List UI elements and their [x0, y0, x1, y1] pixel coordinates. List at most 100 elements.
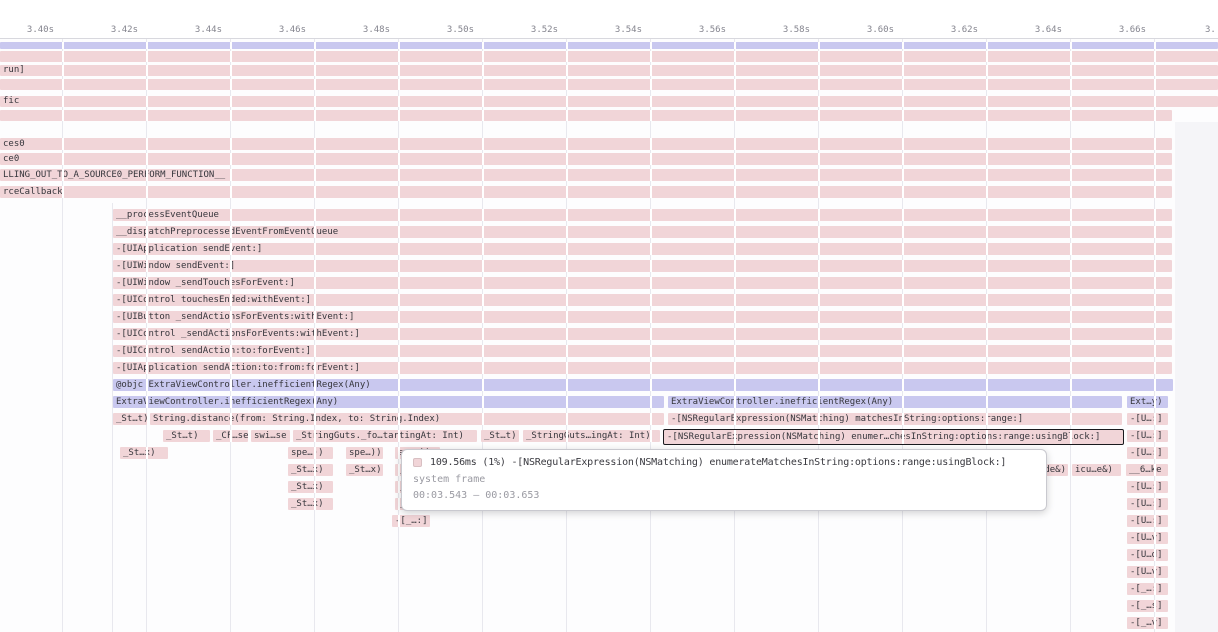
- gridline-slit: [62, 138, 64, 150]
- flame-frame[interactable]: ce0: [0, 153, 1172, 165]
- flame-frame[interactable]: ces0: [0, 138, 1172, 150]
- gridline-slit: [818, 345, 820, 357]
- frame-label: LLING_OUT_TO_A_SOURCE0_PERFORM_FUNCTION_…: [0, 169, 1172, 181]
- gridline-slit: [146, 379, 148, 391]
- flame-frame[interactable]: @objc ExtraViewController.inefficientReg…: [113, 379, 1173, 391]
- flame-frame[interactable]: -[UIWindow _sendTouchesForEvent:]: [113, 277, 1172, 289]
- flame-frame[interactable]: -[NSRegularExpression(NSMatching) matche…: [668, 413, 1122, 425]
- flame-frame[interactable]: -[U…:]: [1127, 498, 1168, 510]
- gridline-slit: [902, 42, 904, 49]
- flame-frame[interactable]: ExtraViewController.inefficientRegex(Any…: [668, 396, 1122, 408]
- flame-frame[interactable]: _St…x): [120, 447, 168, 459]
- flame-frame[interactable]: -[_…v]: [1127, 617, 1168, 629]
- gridline-slit: [986, 96, 988, 107]
- flame-frame[interactable]: [0, 110, 1172, 121]
- flame-frame[interactable]: fic: [0, 96, 1218, 107]
- frame-label: ce0: [0, 153, 1172, 165]
- flame-frame[interactable]: rceCallback: [0, 186, 1172, 198]
- gridline-slit: [902, 186, 904, 198]
- flame-frame[interactable]: -[UIWindow sendEvent:]: [113, 260, 1172, 272]
- flame-frame[interactable]: -[U…:]: [1127, 481, 1168, 493]
- flame-frame[interactable]: -[_…s]: [1127, 600, 1168, 612]
- gridline-slit: [398, 447, 400, 459]
- flame-frame[interactable]: -[U…:]: [1127, 515, 1168, 527]
- flame-frame[interactable]: -[UIButton _sendActionsForEvents:withEve…: [113, 311, 1172, 323]
- flame-frame[interactable]: run]: [0, 65, 1218, 76]
- flame-frame[interactable]: _CF…se: [213, 430, 248, 442]
- gridline-slit: [566, 311, 568, 323]
- flame-frame[interactable]: __processEventQueue: [113, 209, 1172, 221]
- flame-frame[interactable]: _St…t): [113, 413, 147, 425]
- flame-frame[interactable]: -[U…v]: [1127, 566, 1168, 578]
- timeline-ruler[interactable]: 3.40s3.42s3.44s3.46s3.48s3.50s3.52s3.54s…: [0, 0, 1218, 39]
- time-tick-label: 3.60s: [850, 25, 894, 35]
- flame-frame[interactable]: icu…e&): [1072, 464, 1121, 476]
- gridline-slit: [398, 169, 400, 181]
- flame-frame-selected[interactable]: -[NSRegularExpression(NSMatching) enumer…: [664, 430, 1123, 444]
- gridline-slit: [314, 51, 316, 62]
- flame-frame[interactable]: _StringGuts._fo…tartingAt: Int): [293, 430, 477, 442]
- flame-frame[interactable]: _StringGuts…ingAt: Int): [523, 430, 660, 442]
- flame-frame[interactable]: -[_…:]: [392, 515, 430, 527]
- flame-frame[interactable]: [0, 51, 1218, 62]
- gridline-slit: [1154, 532, 1156, 544]
- flame-frame[interactable]: LLING_OUT_TO_A_SOURCE0_PERFORM_FUNCTION_…: [0, 169, 1172, 181]
- gridline-slit: [818, 209, 820, 221]
- flame-frame[interactable]: -[UIControl sendAction:to:forEvent:]: [113, 345, 1172, 357]
- flame-frame[interactable]: -[U…d]: [1127, 549, 1168, 561]
- flame-frame[interactable]: __dispatchPreprocessedEventFromEventQueu…: [113, 226, 1172, 238]
- gridline-slit: [566, 51, 568, 62]
- gridline-slit: [1154, 209, 1156, 221]
- track-edge-panel: [1175, 122, 1218, 632]
- gridline-slit: [902, 328, 904, 340]
- flame-frame[interactable]: __6…ke: [1126, 464, 1168, 476]
- tooltip-time-range: 00:03.543 — 00:03.653: [413, 490, 1035, 501]
- flame-frame[interactable]: [0, 79, 1218, 90]
- flame-frame[interactable]: -[UIControl touchesEnded:withEvent:]: [113, 294, 1172, 306]
- flame-frame[interactable]: -[U…v]: [1127, 532, 1168, 544]
- gridline-slit: [146, 311, 148, 323]
- gridline-slit: [734, 294, 736, 306]
- gridline-slit: [314, 294, 316, 306]
- flame-frame[interactable]: -[U…:]: [1127, 413, 1168, 425]
- flame-frame[interactable]: Ext…y): [1127, 396, 1168, 408]
- gridline-slit: [566, 413, 568, 425]
- gridline-slit: [566, 430, 568, 442]
- flame-frame[interactable]: _St…t): [163, 430, 210, 442]
- gridline-slit: [1154, 379, 1156, 391]
- flame-frame[interactable]: -[UIApplication sendAction:to:from:forEv…: [113, 362, 1172, 374]
- flame-chart[interactable]: run] fic ces0 ce0 LLING_OUT_TO_A_SOURCE0_PER…: [0, 0, 1218, 632]
- gridline-slit: [398, 498, 400, 510]
- flame-frame[interactable]: _St…t): [481, 430, 519, 442]
- flame-frame[interactable]: -[UIControl _sendActionsForEvents:withEv…: [113, 328, 1172, 340]
- gridline-slit: [818, 153, 820, 165]
- gridline-slit: [650, 413, 652, 425]
- flame-frame[interactable]: _St…x): [288, 498, 333, 510]
- flame-frame[interactable]: spe…)): [346, 447, 383, 459]
- gridline-slit: [482, 79, 484, 90]
- flame-frame[interactable]: -[_…:]: [1127, 583, 1168, 595]
- gridline-slit: [62, 110, 64, 121]
- gridline-slit: [650, 96, 652, 107]
- gridline-slit: [566, 169, 568, 181]
- gridline-slit: [230, 413, 232, 425]
- flame-frame[interactable]: spe…)): [288, 447, 333, 459]
- flame-frame[interactable]: swi…se: [251, 430, 290, 442]
- gridline-slit: [902, 311, 904, 323]
- gridline-slit: [902, 226, 904, 238]
- flame-frame[interactable]: _St…x): [346, 464, 383, 476]
- gridline-slit: [146, 277, 148, 289]
- flame-frame[interactable]: -[UIApplication sendEvent:]: [113, 243, 1172, 255]
- gridline-slit: [62, 65, 64, 76]
- flame-frame[interactable]: _St…x): [288, 481, 333, 493]
- flame-frame[interactable]: String.distance(from: String.Index, to: …: [150, 413, 664, 425]
- flame-frame[interactable]: -[U…:]: [1127, 447, 1168, 459]
- flame-frame[interactable]: [0, 42, 1218, 49]
- flame-frame[interactable]: -[U…:]: [1127, 430, 1168, 442]
- flame-frame[interactable]: _St…x): [288, 464, 333, 476]
- flame-frame[interactable]: ExtraViewController.inefficientRegex(Any…: [113, 396, 664, 408]
- gridline-slit: [398, 328, 400, 340]
- gridline-slit: [986, 169, 988, 181]
- frame-label: spe…)): [288, 447, 333, 459]
- frame-label: spe…)): [346, 447, 383, 459]
